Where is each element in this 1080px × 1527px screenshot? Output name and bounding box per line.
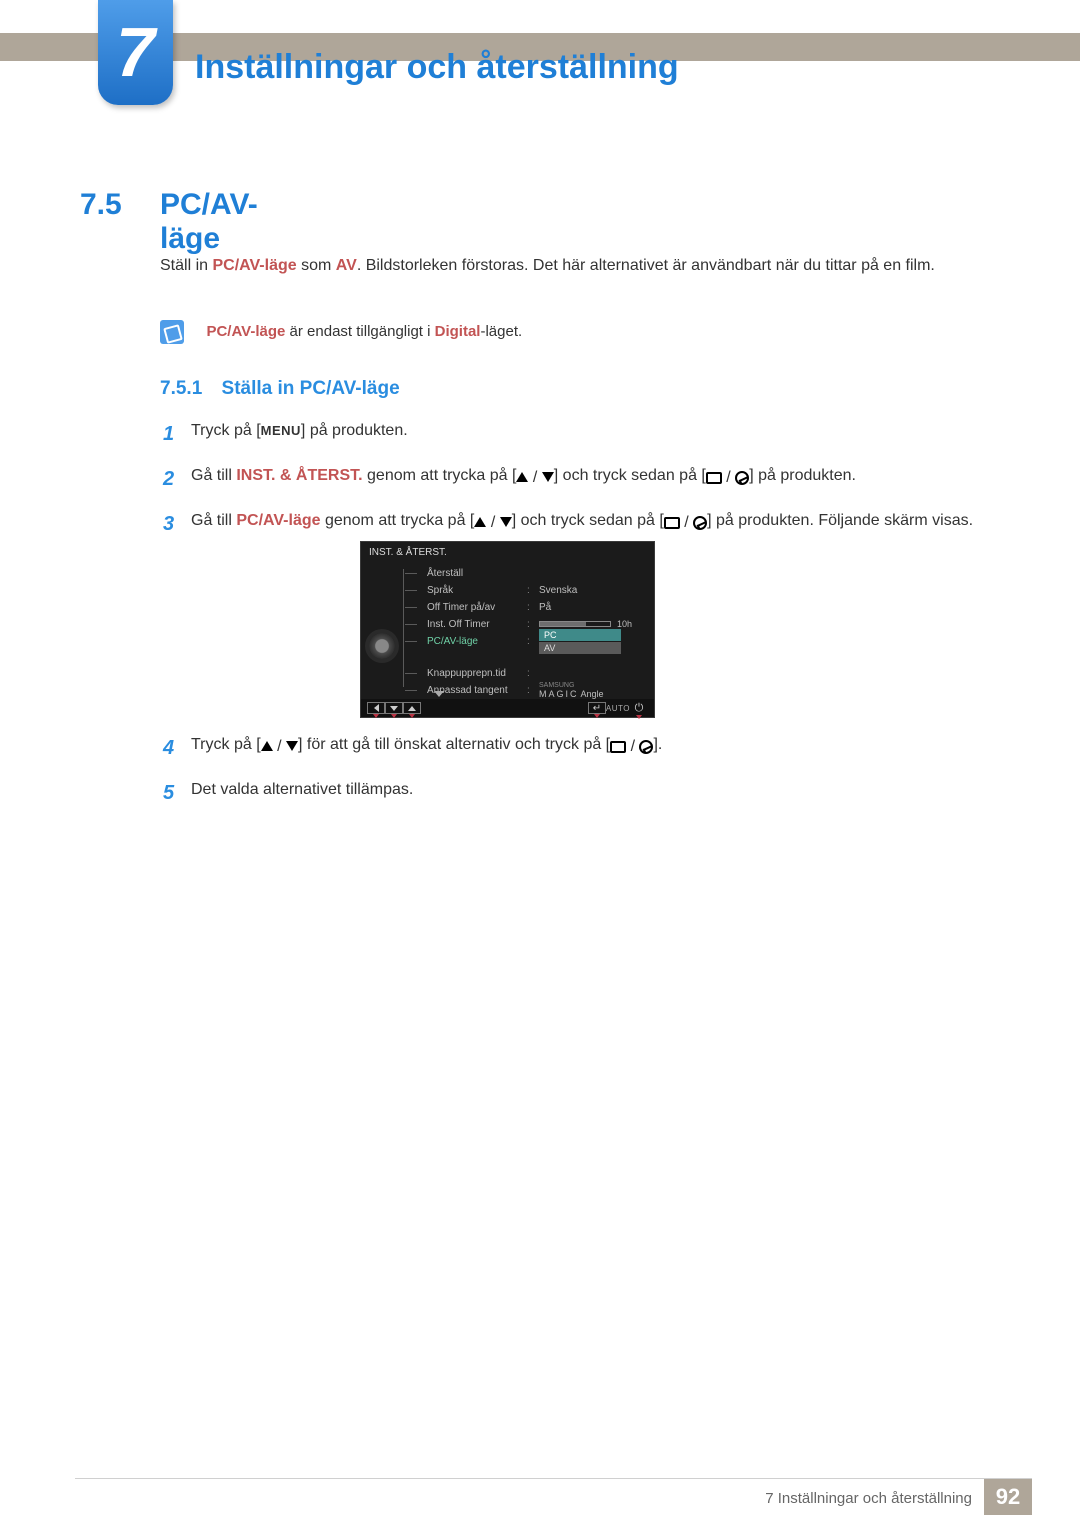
osd-row-customkey: Anpassad tangent:SAMSUNGMAGIC Angle — [419, 682, 654, 699]
chapter-title: Inställningar och återställning — [195, 48, 679, 87]
osd-title: INST. & ÅTERST. — [361, 542, 654, 563]
text: Ställ in — [160, 257, 212, 274]
step-number: 3 — [163, 506, 191, 543]
subsection-title: Ställa in PC/AV-läge — [222, 378, 400, 399]
osd-option-pc: PC — [539, 629, 621, 641]
step-body: Tryck på [MENU] på produkten. — [191, 416, 983, 453]
osd-label: Knappupprepn.tid — [427, 668, 527, 679]
text: genom att trycka på [ — [321, 512, 475, 529]
osd-enter-icon — [588, 702, 606, 714]
section-title: PC/AV-läge — [160, 188, 258, 256]
text: ] på produkten. — [749, 467, 856, 484]
up-down-icon: / — [474, 508, 511, 538]
text: ] och tryck sedan på [ — [512, 512, 664, 529]
osd-screenshot: INST. & ÅTERST. Återställ Språk:Svenska … — [360, 541, 655, 718]
text: Tryck på [ — [191, 422, 261, 439]
text: . Bildstorleken förstoras. Det här alter… — [357, 257, 935, 274]
step-body: Gå till PC/AV-läge genom att trycka på [… — [191, 506, 983, 543]
osd-label: Återställ — [427, 568, 527, 579]
osd-tree-line — [403, 569, 404, 687]
up-down-icon: / — [516, 463, 553, 493]
intro-paragraph: Ställ in PC/AV-läge som AV. Bildstorleke… — [160, 252, 970, 279]
osd-row-keyrepeat: Knappupprepn.tid: — [419, 665, 654, 682]
enter-source-icon: / — [664, 508, 707, 538]
step-number: 1 — [163, 416, 191, 453]
text: Tryck på [ — [191, 736, 261, 753]
step-number: 4 — [163, 730, 191, 767]
osd-value-magic: SAMSUNGMAGIC Angle — [539, 682, 654, 699]
up-down-icon: / — [261, 732, 298, 762]
text: genom att trycka på [ — [363, 467, 517, 484]
osd-label: Språk — [427, 585, 527, 596]
step-2: 2 Gå till INST. & ÅTERST. genom att tryc… — [163, 461, 983, 498]
enter-source-icon: / — [610, 732, 653, 762]
slider-icon — [539, 621, 611, 627]
footer-chapter-label: 7 Inställningar och återställning — [765, 1490, 972, 1507]
osd-label-selected: PC/AV-läge — [427, 636, 527, 647]
step-body: Det valda alternativet tillämpas. — [191, 775, 983, 812]
osd-slider-value: 10h — [617, 619, 632, 629]
magic-label: MAGIC — [539, 689, 579, 699]
text: ] och tryck sedan på [ — [554, 467, 706, 484]
text: ]. — [653, 736, 662, 753]
note-icon — [160, 320, 184, 344]
steps-list: 1 Tryck på [MENU] på produkten. 2 Gå til… — [163, 416, 983, 551]
osd-value: På — [539, 602, 654, 613]
osd-row-pcav: PC/AV-läge: PC AV — [419, 633, 654, 650]
menu-button-label: MENU — [261, 423, 301, 438]
osd-value: PC AV — [539, 629, 654, 654]
step-number: 5 — [163, 775, 191, 812]
text: Gå till — [191, 467, 236, 484]
osd-footer: AUTO — [361, 699, 654, 717]
subsection-heading: 7.5.1 Ställa in PC/AV-läge — [160, 378, 400, 400]
footer-divider — [75, 1478, 1032, 1479]
osd-row-reset: Återställ — [419, 565, 654, 582]
step-3: 3 Gå till PC/AV-läge genom att trycka på… — [163, 506, 983, 543]
text: Det valda alternativet tillämpas. — [191, 781, 413, 798]
step-5: 5 Det valda alternativet tillämpas. — [163, 775, 983, 812]
step-1: 1 Tryck på [MENU] på produkten. — [163, 416, 983, 453]
magic-value: Angle — [581, 689, 604, 699]
osd-down-icon — [385, 702, 403, 714]
term-digital: Digital — [435, 323, 481, 340]
step-body: Gå till INST. & ÅTERST. genom att trycka… — [191, 461, 983, 498]
enter-source-icon: / — [706, 463, 749, 493]
section-number: 7.5 — [80, 188, 122, 222]
text: ] på produkten. Följande skärm visas. — [707, 512, 973, 529]
text: ] för att gå till önskat alternativ och … — [298, 736, 610, 753]
text: ] på produkten. — [301, 422, 408, 439]
osd-label: Inst. Off Timer — [427, 619, 527, 630]
text: som — [297, 257, 336, 274]
osd-row-language: Språk:Svenska — [419, 582, 654, 599]
text: Gå till — [191, 512, 236, 529]
term-pcav: PC/AV-läge — [236, 512, 320, 529]
term-av: AV — [336, 257, 357, 274]
note-text: PC/AV-läge är endast tillgängligt i Digi… — [206, 323, 522, 340]
osd-value: Svenska — [539, 585, 654, 596]
note-row: PC/AV-läge är endast tillgängligt i Digi… — [160, 320, 970, 344]
step-number: 2 — [163, 461, 191, 498]
text: är endast tillgängligt i — [285, 323, 434, 340]
term-pcav: PC/AV-läge — [206, 323, 285, 340]
osd-body: Återställ Språk:Svenska Off Timer på/av:… — [361, 563, 654, 699]
page-number-badge: 92 — [984, 1479, 1032, 1515]
brand-label: SAMSUNG — [539, 682, 654, 689]
term-inst-aterst: INST. & ÅTERST. — [236, 467, 362, 484]
osd-option-av: AV — [539, 642, 621, 654]
osd-row-offtimer: Off Timer på/av:På — [419, 599, 654, 616]
osd-power-icon — [630, 702, 648, 714]
osd-up-icon — [403, 702, 421, 714]
steps-list-continued: 4 Tryck på [ / ] för att gå till önskat … — [163, 730, 983, 820]
subsection-number: 7.5.1 — [160, 378, 202, 399]
osd-auto-label: AUTO — [606, 702, 630, 714]
scroll-down-icon — [434, 691, 444, 697]
text: -läget. — [480, 323, 522, 340]
osd-label: Off Timer på/av — [427, 602, 527, 613]
gear-icon — [369, 633, 395, 659]
osd-back-icon — [367, 702, 385, 714]
step-4: 4 Tryck på [ / ] för att gå till önskat … — [163, 730, 983, 767]
chapter-number-badge: 7 — [98, 0, 173, 105]
step-body: Tryck på [ / ] för att gå till önskat al… — [191, 730, 983, 767]
term-pcav: PC/AV-läge — [212, 257, 296, 274]
